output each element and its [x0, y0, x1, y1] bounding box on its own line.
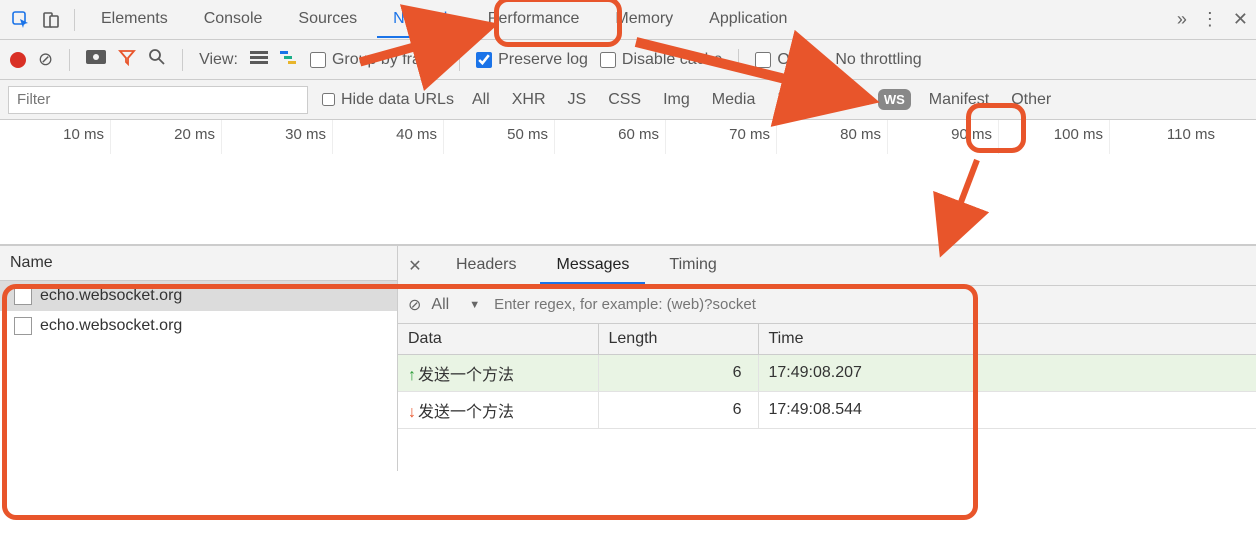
- tab-console[interactable]: Console: [188, 2, 279, 38]
- favicon-placeholder: [14, 317, 32, 335]
- tab-application[interactable]: Application: [693, 2, 803, 38]
- timeline-tick: 100 ms: [999, 120, 1110, 154]
- filter-type-doc[interactable]: Doc: [827, 89, 863, 111]
- filter-type-all[interactable]: All: [468, 89, 494, 111]
- message-length: 6: [598, 392, 758, 429]
- request-name: echo.websocket.org: [40, 317, 182, 335]
- group-by-frame-label[interactable]: Group by frame: [332, 51, 443, 69]
- more-tabs-chevron-icon[interactable]: »: [1177, 9, 1187, 30]
- close-devtools-icon[interactable]: ✕: [1233, 9, 1248, 30]
- timeline-tick: 40 ms: [333, 120, 444, 154]
- filter-type-manifest[interactable]: Manifest: [925, 89, 993, 111]
- large-rows-icon[interactable]: [250, 50, 268, 69]
- search-icon[interactable]: [148, 48, 166, 71]
- tab-network[interactable]: Network: [377, 2, 468, 38]
- timeline-tick: 20 ms: [111, 120, 222, 154]
- detail-tab-timing[interactable]: Timing: [653, 248, 732, 284]
- message-data: 发送一个方法: [418, 404, 514, 421]
- request-row[interactable]: echo.websocket.org: [0, 281, 397, 311]
- filter-funnel-icon[interactable]: [118, 48, 136, 71]
- tab-sources[interactable]: Sources: [282, 2, 373, 38]
- filter-type-img[interactable]: Img: [659, 89, 694, 111]
- preserve-log-label[interactable]: Preserve log: [498, 51, 588, 69]
- timeline-tick: 60 ms: [555, 120, 666, 154]
- sent-arrow-icon: ↑: [408, 367, 416, 384]
- hide-data-urls-checkbox[interactable]: [322, 93, 335, 106]
- tab-performance[interactable]: Performance: [472, 2, 596, 38]
- message-regex-input[interactable]: [490, 292, 1246, 317]
- detail-tab-headers[interactable]: Headers: [440, 248, 532, 284]
- clear-messages-icon[interactable]: ⊘: [408, 295, 421, 315]
- timeline-tick: 10 ms: [0, 120, 111, 154]
- message-direction-filter[interactable]: All▼: [431, 296, 480, 314]
- timeline-tick: 70 ms: [666, 120, 777, 154]
- filter-type-js[interactable]: JS: [564, 89, 591, 111]
- offline-checkbox[interactable]: [755, 52, 771, 68]
- favicon-placeholder: [14, 287, 32, 305]
- record-button[interactable]: [10, 52, 26, 68]
- preserve-log-checkbox[interactable]: [476, 52, 492, 68]
- timeline-tick: 90 ms: [888, 120, 999, 154]
- filter-input[interactable]: [8, 86, 308, 114]
- group-by-frame-checkbox[interactable]: [310, 52, 326, 68]
- filter-type-media[interactable]: Media: [708, 89, 760, 111]
- offline-label[interactable]: Offline: [777, 51, 823, 69]
- col-time[interactable]: Time: [758, 324, 1256, 355]
- close-detail-icon[interactable]: ✕: [398, 256, 432, 276]
- disable-cache-label[interactable]: Disable cache: [622, 51, 723, 69]
- kebab-menu-icon[interactable]: ⋮: [1201, 9, 1219, 30]
- name-column-header: Name: [0, 246, 397, 281]
- message-row[interactable]: ↑发送一个方法 6 17:49:08.207: [398, 355, 1256, 392]
- timeline-tick: 50 ms: [444, 120, 555, 154]
- view-label: View:: [199, 51, 238, 69]
- request-name: echo.websocket.org: [40, 287, 182, 305]
- message-row[interactable]: ↓发送一个方法 6 17:49:08.544: [398, 392, 1256, 429]
- timeline-tick: 110 ms: [1110, 120, 1221, 154]
- timeline-tick: 30 ms: [222, 120, 333, 154]
- filter-type-xhr[interactable]: XHR: [508, 89, 550, 111]
- filter-type-other[interactable]: Other: [1007, 89, 1055, 111]
- inspect-element-icon[interactable]: [8, 7, 34, 33]
- request-row[interactable]: echo.websocket.org: [0, 311, 397, 341]
- toggle-device-icon[interactable]: [38, 7, 64, 33]
- waterfall-icon[interactable]: [280, 50, 298, 69]
- detail-tab-messages[interactable]: Messages: [540, 248, 645, 284]
- message-length: 6: [598, 355, 758, 392]
- capture-screenshot-icon[interactable]: [86, 50, 106, 69]
- timeline-tick: 80 ms: [777, 120, 888, 154]
- disable-cache-checkbox[interactable]: [600, 52, 616, 68]
- throttling-select[interactable]: No throttling: [835, 51, 921, 69]
- col-data[interactable]: Data: [398, 324, 598, 355]
- filter-type-ws[interactable]: WS: [878, 89, 911, 110]
- tab-elements[interactable]: Elements: [85, 2, 184, 38]
- tab-memory[interactable]: Memory: [599, 2, 689, 38]
- timeline-ruler[interactable]: 10 ms 20 ms 30 ms 40 ms 50 ms 60 ms 70 m…: [0, 120, 1256, 154]
- filter-type-font[interactable]: Font: [773, 89, 813, 111]
- col-length[interactable]: Length: [598, 324, 758, 355]
- hide-data-urls-label[interactable]: Hide data URLs: [341, 91, 454, 109]
- message-time: 17:49:08.207: [758, 355, 1256, 392]
- filter-type-css[interactable]: CSS: [604, 89, 645, 111]
- message-data: 发送一个方法: [418, 367, 514, 384]
- message-time: 17:49:08.544: [758, 392, 1256, 429]
- received-arrow-icon: ↓: [408, 404, 416, 421]
- clear-icon[interactable]: ⊘: [38, 49, 53, 70]
